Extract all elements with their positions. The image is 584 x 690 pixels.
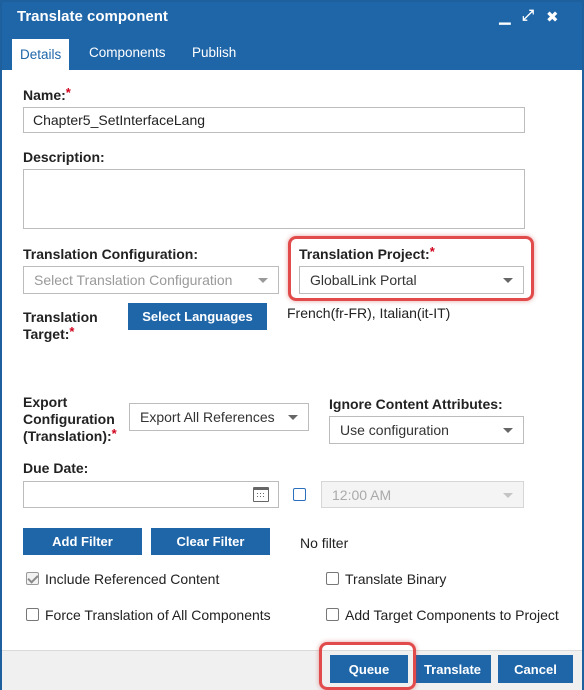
ignore-content-attributes-value: Use configuration — [340, 422, 449, 438]
tab-bar: Details Components Publish — [2, 36, 582, 70]
translate-component-dialog: Translate component ▁ ⤢ ✖ Details Compon… — [0, 0, 584, 690]
add-target-components-label: Add Target Components to Project — [345, 607, 559, 623]
dialog-titlebar[interactable]: Translate component ▁ ⤢ ✖ — [2, 2, 582, 36]
dialog-title: Translate component — [17, 8, 168, 25]
export-configuration-label: Export Configuration (Translation):* — [23, 394, 117, 444]
add-filter-button[interactable]: Add Filter — [23, 528, 142, 555]
export-configuration-value: Export All References — [140, 409, 275, 425]
chevron-down-icon — [503, 278, 513, 283]
tab-publish[interactable]: Publish — [192, 36, 236, 70]
due-date-input[interactable] — [23, 481, 279, 508]
include-referenced-content-checkbox[interactable] — [26, 572, 39, 585]
required-marker: * — [111, 426, 117, 441]
translation-configuration-placeholder: Select Translation Configuration — [34, 272, 233, 288]
due-date-label: Due Date: — [23, 460, 89, 476]
translation-project-value: GlobalLink Portal — [310, 272, 417, 288]
clear-filter-button[interactable]: Clear Filter — [151, 528, 270, 555]
dialog-footer — [2, 650, 582, 690]
maximize-icon[interactable]: ⤢ — [522, 7, 534, 24]
translate-button[interactable]: Translate — [414, 655, 491, 683]
translation-target-label: Translation Target:* — [23, 309, 98, 342]
name-label: Name:* — [23, 85, 71, 103]
required-marker: * — [69, 324, 75, 339]
selected-languages: French(fr-FR), Italian(it-IT) — [287, 305, 451, 321]
tab-details[interactable]: Details — [12, 36, 70, 70]
due-time-value: 12:00 AM — [332, 486, 392, 503]
description-label: Description: — [23, 149, 105, 165]
add-target-components-checkbox[interactable] — [326, 608, 339, 621]
tab-components[interactable]: Components — [89, 36, 166, 70]
required-marker: * — [429, 244, 435, 259]
translate-binary-checkbox[interactable] — [326, 572, 339, 585]
name-input[interactable]: Chapter5_SetInterfaceLang — [23, 107, 525, 133]
ignore-content-attributes-select[interactable]: Use configuration — [329, 416, 524, 444]
export-configuration-select[interactable]: Export All References — [129, 403, 309, 431]
chevron-down-icon — [503, 492, 513, 498]
close-icon[interactable]: ✖ — [546, 8, 559, 26]
force-translation-checkbox[interactable] — [26, 608, 39, 621]
chevron-down-icon — [288, 415, 298, 420]
ignore-content-attributes-label: Ignore Content Attributes: — [329, 396, 503, 412]
translation-project-select[interactable]: GlobalLink Portal — [299, 266, 524, 294]
filter-status: No filter — [300, 535, 349, 551]
due-time-checkbox[interactable] — [293, 488, 306, 501]
translation-configuration-select[interactable]: Select Translation Configuration — [23, 266, 279, 294]
select-languages-button[interactable]: Select Languages — [128, 303, 267, 330]
force-translation-label: Force Translation of All Components — [45, 607, 271, 623]
cancel-button[interactable]: Cancel — [498, 655, 573, 683]
description-textarea[interactable] — [23, 169, 525, 229]
due-time-select[interactable]: 12:00 AM — [321, 481, 524, 508]
queue-button[interactable]: Queue — [330, 655, 408, 683]
required-marker: * — [65, 85, 71, 100]
minimize-icon[interactable]: ▁ — [499, 7, 511, 25]
translation-configuration-label: Translation Configuration: — [23, 246, 198, 262]
chevron-down-icon — [503, 428, 513, 433]
translate-binary-label: Translate Binary — [345, 571, 447, 587]
chevron-down-icon — [258, 278, 268, 283]
name-input-value: Chapter5_SetInterfaceLang — [33, 112, 206, 128]
include-referenced-content-label: Include Referenced Content — [45, 571, 220, 587]
calendar-icon[interactable] — [253, 487, 269, 502]
translation-project-label: Translation Project:* — [299, 244, 435, 262]
